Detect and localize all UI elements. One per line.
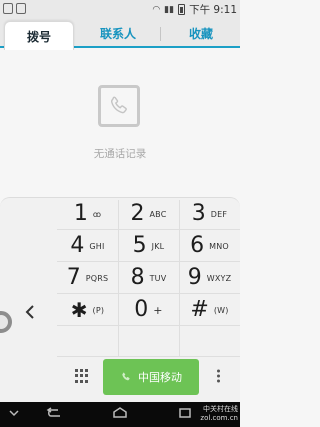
call-log: 无通话记录	[0, 50, 240, 197]
home-icon[interactable]	[111, 407, 129, 419]
phone-icon	[98, 85, 140, 127]
key-divider	[57, 356, 240, 357]
key-2[interactable]: 2 ABC	[118, 199, 179, 229]
dial-actions: 中国移动	[57, 359, 240, 401]
key-4[interactable]: 4 GHI	[57, 231, 118, 261]
carrier-label: 中国移动	[138, 371, 182, 384]
tab-contacts[interactable]: 联系人	[78, 18, 158, 48]
tab-dialer[interactable]: 拨号	[4, 21, 74, 50]
key-0[interactable]: 0 +	[118, 295, 179, 325]
overflow-menu-icon[interactable]	[213, 369, 224, 383]
key-1[interactable]: 1ꝏ	[57, 199, 118, 229]
battery-icon	[178, 4, 186, 15]
empty-message: 无通话记录	[93, 148, 147, 160]
voicemail-icon: ꝏ	[92, 209, 102, 219]
key-divider	[57, 229, 240, 230]
watermark: 中关村在线 zol.com.cn	[200, 405, 238, 422]
key-star[interactable]: ✱ (P)	[57, 295, 118, 325]
tab-divider	[160, 27, 161, 41]
key-divider	[57, 293, 240, 294]
status-bar: ◠ ▮▮ 下午 9:11	[0, 0, 240, 18]
image-icon	[16, 3, 26, 14]
wifi-icon: ◠	[152, 4, 161, 15]
back-icon[interactable]	[45, 407, 63, 419]
hide-keyboard-icon[interactable]	[8, 407, 20, 419]
key-7[interactable]: 7 PQRS	[57, 263, 118, 293]
navigation-bar: 中关村在线 zol.com.cn	[0, 402, 240, 427]
recent-apps-icon[interactable]	[178, 407, 192, 419]
key-divider	[57, 261, 240, 262]
key-hash[interactable]: # (W)	[179, 295, 240, 325]
chevron-left-icon[interactable]	[24, 304, 36, 320]
key-6[interactable]: 6 MNO	[179, 231, 240, 261]
status-time: 下午 9:11	[189, 4, 237, 16]
key-3[interactable]: 3 DEF	[179, 199, 240, 229]
signal-icon: ▮▮	[164, 4, 175, 15]
phone-icon	[122, 372, 130, 381]
key-divider	[57, 325, 240, 326]
key-8[interactable]: 8 TUV	[118, 263, 179, 293]
tab-bar: 拨号 联系人 收藏	[0, 18, 240, 50]
tab-favorites[interactable]: 收藏	[162, 18, 240, 48]
key-9[interactable]: 9 WXYZ	[179, 263, 240, 293]
dialpad-icon[interactable]	[75, 369, 89, 383]
key-5[interactable]: 5 JKL	[118, 231, 179, 261]
message-icon	[3, 3, 13, 14]
call-button[interactable]: 中国移动	[103, 359, 199, 395]
